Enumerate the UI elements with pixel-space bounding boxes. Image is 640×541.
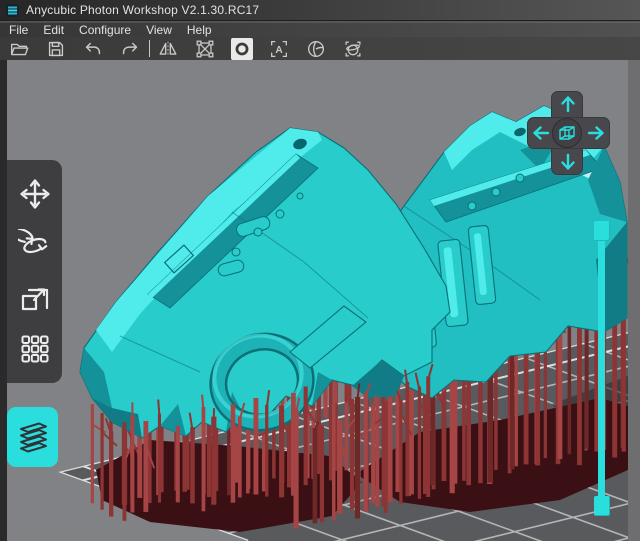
- app-window: Anycubic Photon Workshop V2.1.30.RC17 Fi…: [0, 0, 640, 541]
- window-left-border: [0, 60, 7, 541]
- app-logo-icon: [6, 4, 19, 17]
- rotate-down-arrow[interactable]: [558, 152, 578, 172]
- save-button[interactable]: [45, 38, 67, 60]
- text-icon: A: [268, 38, 290, 60]
- view-nav-pad: [527, 91, 610, 175]
- rotate-right-arrow[interactable]: [586, 123, 606, 143]
- split-button[interactable]: [305, 38, 327, 60]
- open-folder-icon: [8, 38, 30, 60]
- layer-slider-handle-top[interactable]: [594, 221, 610, 241]
- redo-button[interactable]: [119, 38, 141, 60]
- menu-file[interactable]: File: [9, 23, 28, 38]
- layer-slider-track[interactable]: [598, 240, 605, 497]
- redo-icon: [119, 38, 141, 60]
- svg-text:A: A: [275, 44, 283, 55]
- scale-icon: [18, 280, 52, 314]
- toolbar-divider: [149, 40, 150, 57]
- move-tool-button[interactable]: [17, 176, 53, 212]
- move-icon: [18, 177, 52, 211]
- hollow-icon: [194, 38, 216, 60]
- menu-bar: File Edit Configure View Help: [0, 22, 640, 37]
- open-button[interactable]: [8, 38, 30, 60]
- rotate-icon: [18, 229, 52, 263]
- menu-edit[interactable]: Edit: [43, 23, 64, 38]
- slice-button[interactable]: [7, 407, 58, 467]
- rotate-tool-button[interactable]: [17, 228, 53, 264]
- tool-sidebar: [7, 160, 62, 383]
- menu-help[interactable]: Help: [187, 23, 212, 38]
- array-icon: [18, 332, 52, 366]
- window-title: Anycubic Photon Workshop V2.1.30.RC17: [26, 3, 259, 17]
- viewport: [7, 60, 628, 541]
- split-sphere-icon: [305, 38, 327, 60]
- view-cube-icon: [557, 123, 577, 143]
- title-bar: Anycubic Photon Workshop V2.1.30.RC17: [0, 0, 640, 21]
- punch-hole-button[interactable]: [231, 38, 253, 60]
- punch-hole-icon: [231, 38, 253, 60]
- save-icon: [45, 38, 67, 60]
- text-button[interactable]: A: [268, 38, 290, 60]
- toolbar: A: [0, 37, 640, 60]
- undo-button[interactable]: [82, 38, 104, 60]
- menu-view[interactable]: View: [146, 23, 172, 38]
- rotate-left-arrow[interactable]: [531, 123, 551, 143]
- layer-slider-handle-bottom[interactable]: [594, 496, 610, 516]
- array-tool-button[interactable]: [17, 331, 53, 367]
- menu-configure[interactable]: Configure: [79, 23, 131, 38]
- scale-tool-button[interactable]: [17, 279, 53, 315]
- mirror-button[interactable]: [157, 38, 179, 60]
- rotate-up-arrow[interactable]: [558, 94, 578, 114]
- window-right-edge: [628, 60, 640, 541]
- detect-button[interactable]: [342, 38, 364, 60]
- undo-icon: [82, 38, 104, 60]
- view-cube-button[interactable]: [552, 118, 582, 148]
- detect-icon: [342, 38, 364, 60]
- model-mesh-front[interactable]: [80, 128, 450, 438]
- hollow-button[interactable]: [194, 38, 216, 60]
- slice-layers-icon: [13, 418, 53, 456]
- mirror-icon: [157, 38, 179, 60]
